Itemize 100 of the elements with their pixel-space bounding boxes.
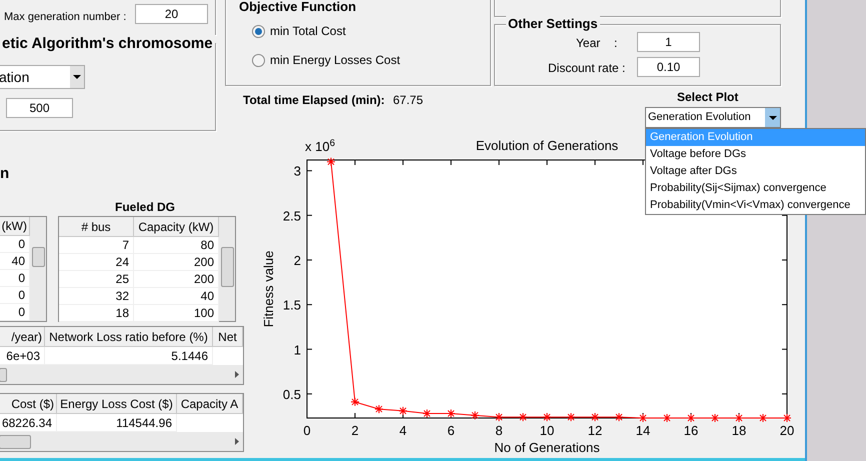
x-tick-label: 10: [540, 423, 554, 438]
asterisk-marker: [782, 414, 792, 422]
asterisk-marker: [734, 414, 744, 422]
table-cell: 7: [59, 237, 134, 254]
y-tick-label: 1.5: [282, 298, 301, 313]
table-title: Fueled DG: [115, 199, 176, 216]
radio-button[interactable]: [252, 54, 265, 66]
right-arrow-icon: [235, 438, 239, 445]
x-tick-label: 8: [495, 423, 503, 438]
y-tick-label: 3: [294, 164, 301, 179]
panel-title: Other Settings: [506, 14, 600, 34]
horizontal-scrollbar[interactable]: [0, 365, 243, 384]
asterisk-marker: [662, 414, 672, 422]
vertical-scrollbar[interactable]: [219, 217, 235, 321]
asterisk-marker: [446, 409, 456, 418]
asterisk-marker: [542, 412, 552, 422]
x-tick-label: 16: [684, 423, 698, 438]
input-field[interactable]: 1: [637, 32, 700, 52]
panel-title: Objective Function: [237, 0, 358, 13]
radio-label: min Energy Losses Cost: [270, 52, 400, 69]
asterisk-marker: [614, 412, 624, 422]
asterisk-marker: [590, 412, 600, 422]
asterisk-marker: [710, 414, 720, 422]
column-header: # bus: [59, 217, 134, 237]
x-tick-label: 12: [588, 423, 602, 438]
asterisk-marker: [638, 414, 648, 422]
table-cell: 0: [0, 304, 30, 321]
asterisk-marker: [686, 414, 696, 422]
horizontal-scrollbar[interactable]: [0, 432, 243, 451]
section-heading: n: [0, 164, 10, 184]
scrollbar-thumb[interactable]: [0, 368, 7, 382]
table-cell: 18: [59, 305, 134, 322]
y-tick-label: 1: [294, 342, 301, 358]
table-cell: 0: [0, 270, 30, 287]
table-cell: 40: [0, 253, 30, 270]
radio-button[interactable]: [252, 24, 265, 38]
column-header: /year): [0, 327, 45, 347]
caret-icon: [70, 66, 84, 88]
column-header: Capacity A: [177, 394, 243, 414]
table-cell: 68226.34: [0, 414, 57, 432]
table-cell: 100: [134, 305, 219, 322]
field-label: Max generation number :: [4, 10, 126, 25]
column-header: Capacity (kW): [134, 217, 219, 237]
asterisk-marker: [758, 414, 768, 422]
input-field[interactable]: 0.10: [637, 57, 700, 77]
x-axis-label: No of Generations: [494, 440, 600, 455]
x-tick-label: 0: [303, 423, 311, 438]
menu-item[interactable]: Probability(Sij<Sijmax) convergence: [646, 180, 865, 197]
asterisk-marker: [326, 157, 336, 166]
table-cell: 200: [134, 254, 219, 271]
asterisk-marker: [422, 409, 432, 418]
right-arrow-icon: [235, 371, 239, 378]
table-cell: 0: [0, 287, 30, 304]
scrollbar-thumb[interactable]: [0, 434, 31, 448]
select-plot-label: Select Plot: [677, 89, 738, 106]
table-cell: 0: [0, 236, 30, 253]
radio-label: min Total Cost: [270, 23, 346, 40]
chart-title: Evolution of Generations: [476, 138, 618, 153]
asterisk-marker: [518, 412, 528, 422]
plot-dropdown[interactable]: Generation Evolution: [645, 107, 781, 128]
input-field[interactable]: 500: [6, 98, 73, 118]
field-label: Discount rate :: [548, 60, 626, 77]
y-tick-label: 2: [294, 252, 301, 268]
field-label: Year: [576, 35, 600, 52]
vertical-scrollbar[interactable]: [30, 217, 46, 321]
elapsed-label: Total time Elapsed (min):: [243, 92, 385, 109]
menu-item[interactable]: Voltage before DGs: [646, 146, 865, 163]
column-header: Cost ($): [0, 394, 57, 414]
table-cell: 200: [134, 271, 219, 288]
table-cell: 80: [134, 237, 219, 254]
table-cell: 32: [59, 288, 134, 305]
table-cell: 114544.96: [57, 414, 177, 432]
asterisk-marker: [398, 406, 408, 416]
input-field[interactable]: 20: [135, 4, 208, 24]
axis-multiplier: x 10$^{6}$: [305, 140, 336, 153]
table-cell: 40: [134, 288, 219, 305]
column-header: Energy Loss Cost ($): [57, 394, 177, 414]
x-tick-label: 20: [780, 423, 794, 438]
table-cell: 24: [59, 254, 134, 271]
table-cell: 25: [59, 271, 134, 288]
menu-item[interactable]: Probability(Vmin<Vi<Vmax) convergence: [646, 197, 865, 214]
asterisk-marker: [350, 397, 360, 406]
asterisk-marker: [494, 412, 504, 422]
y-tick-label: 0.5: [282, 386, 301, 402]
asterisk-marker: [566, 412, 576, 422]
column-header: Network Loss ratio before (%): [45, 327, 213, 347]
asterisk-marker: [470, 410, 480, 420]
column-header: Net: [213, 327, 243, 347]
menu-item[interactable]: Voltage after DGs: [646, 163, 865, 180]
x-tick-label: 14: [636, 423, 650, 438]
y-tick-label: 2.5: [282, 208, 301, 224]
x-tick-label: 6: [447, 423, 455, 438]
x-tick-label: 2: [351, 423, 359, 438]
table-cell: 6e+03: [0, 347, 45, 365]
x-tick-label: 18: [732, 423, 746, 438]
y-axis-label: Fitness value: [261, 250, 276, 328]
column-header: (kW): [0, 217, 30, 236]
table-cell: 5.1446: [45, 347, 213, 365]
field-label: :: [614, 35, 618, 52]
asterisk-marker: [374, 404, 384, 414]
